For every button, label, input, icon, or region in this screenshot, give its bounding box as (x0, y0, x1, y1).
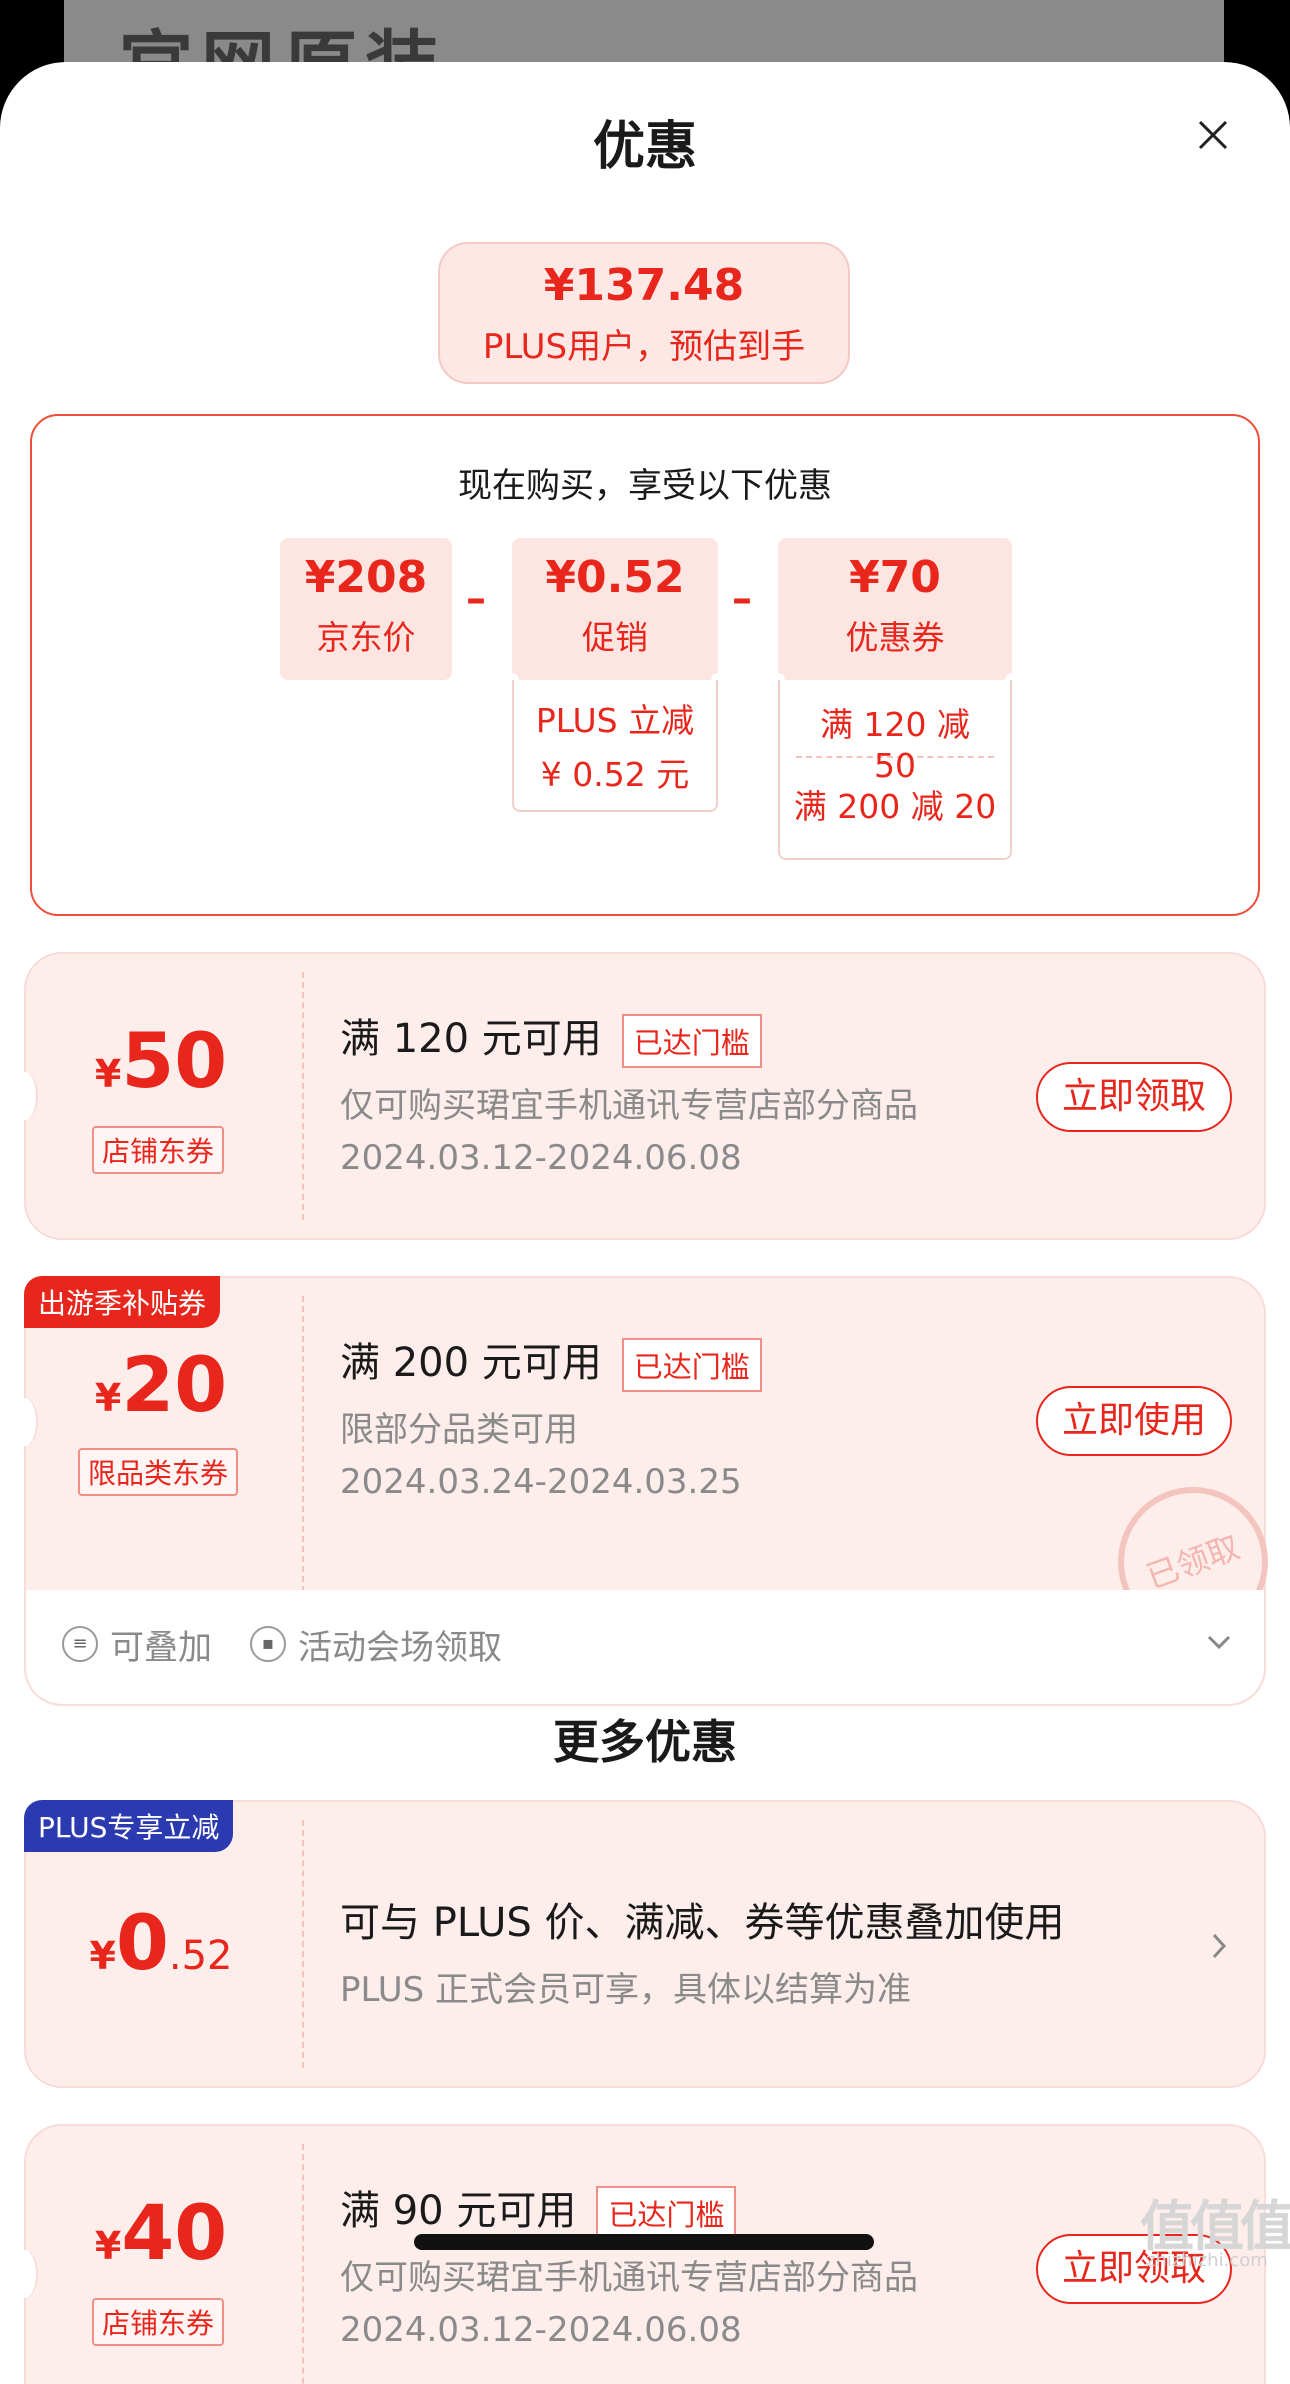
discount-sheet: 优惠 ¥137.48 PLUS用户，预估到手 现在购买，享受以下优惠 ¥208 … (0, 62, 1290, 2384)
coupon-type-tag: 店铺东券 (92, 1126, 225, 1174)
coupon-amount-value: 40 (121, 2188, 228, 2277)
promo-corner-tag: 出游季补贴券 (24, 1276, 221, 1328)
jd-price-box: ¥208 京东价 (280, 538, 452, 680)
coupon-validity: 2024.03.12-2024.06.08 (340, 1138, 742, 1178)
close-icon[interactable] (1192, 114, 1234, 156)
coupon-amount: ¥40 (26, 2188, 296, 2277)
coupon-type-tag: 限品类东券 (78, 1448, 239, 1496)
coupon-validity: 2024.03.24-2024.03.25 (340, 1462, 742, 1502)
threshold-reached-badge: 已达门槛 (621, 1338, 762, 1392)
coupon-detail-item: 满 120 减 50 (796, 680, 994, 785)
plus-discount-card[interactable]: PLUS专享立减 ¥0.52 可与 PLUS 价、满减、券等优惠叠加使用 PLU… (24, 1800, 1266, 2088)
card-divider (302, 1820, 304, 2068)
threshold-reached-badge: 已达门槛 (596, 2186, 737, 2240)
breakdown-heading: 现在购买，享受以下优惠 (458, 466, 832, 506)
jd-price-label: 京东价 (316, 618, 416, 657)
coupon-amount-value: 20 (121, 1340, 228, 1429)
coupon-total-value: ¥70 (849, 552, 941, 603)
coupon-description: 仅可购买珺宜手机通讯专营店部分商品 (340, 2258, 918, 2298)
stackable-icon: ≡ (62, 1626, 98, 1662)
jd-price-value: ¥208 (304, 552, 428, 603)
coupon-amount: ¥50 (26, 1016, 296, 1105)
estimated-price-label: PLUS用户，预估到手 (482, 327, 806, 367)
threshold-reached-badge: 已达门槛 (621, 1014, 762, 1068)
coupon-card: ¥40 店铺东券 满 90 元可用 已达门槛 仅可购买珺宜手机通讯专营店部分商品 … (12, 2124, 1266, 2384)
home-indicator[interactable] (414, 2234, 874, 2250)
coupon-total-label: 优惠券 (845, 618, 945, 657)
promo-detail-line1: PLUS 立减 (535, 701, 695, 740)
coupon-card: ¥50 店铺东券 满 120 元可用 已达门槛 仅可购买珺宜手机通讯专营店部分商品… (12, 952, 1266, 1240)
promo-box: ¥0.52 促销 (512, 538, 718, 680)
coupon-card: 出游季补贴券 ¥20 限品类东券 满 200 元可用 已达门槛 限部分品类可用 2… (12, 1276, 1266, 1610)
promo-detail: PLUS 立减 ¥ 0.52 元 (512, 680, 718, 812)
plus-amount-dec: .52 (168, 1933, 233, 1979)
card-divider (302, 1296, 304, 1592)
coupon-detail: 满 120 减 50 满 200 减 20 (778, 680, 1012, 860)
coupon-type-tag: 店铺东券 (92, 2298, 225, 2346)
card-divider (302, 972, 304, 1220)
coupon-description: 限部分品类可用 (340, 1410, 578, 1450)
plus-corner-tag: PLUS专享立减 (24, 1800, 234, 1852)
stackable-label: 可叠加 (110, 1628, 212, 1668)
plus-amount: ¥0.52 (26, 1898, 296, 1987)
price-breakdown: 现在购买，享受以下优惠 ¥208 京东价 – ¥0.52 促销 PLUS 立减 … (30, 414, 1260, 916)
coupon-condition: 满 120 元可用 已达门槛 (340, 1006, 762, 1068)
more-offers-heading: 更多优惠 (553, 1715, 737, 1769)
coupon-amount: ¥20 (26, 1340, 296, 1429)
coupon-condition-text: 满 90 元可用 (340, 2188, 577, 2234)
claim-button[interactable]: 立即领取 (1036, 1062, 1232, 1132)
plus-card-title: 可与 PLUS 价、满减、券等优惠叠加使用 (340, 1900, 1065, 1946)
coupon-amount-value: 50 (121, 1016, 228, 1105)
coupon-total-box: ¥70 优惠券 (778, 538, 1012, 680)
coupon-footer[interactable]: ≡ 可叠加 ▪ 活动会场领取 (24, 1590, 1266, 1706)
use-button[interactable]: 立即使用 (1036, 1386, 1232, 1456)
promo-detail-line2: ¥ 0.52 元 (540, 755, 690, 794)
estimated-price: ¥137.48 (543, 260, 745, 311)
coupon-validity: 2024.03.12-2024.06.08 (340, 2310, 742, 2350)
currency-symbol: ¥ (94, 1052, 122, 1096)
minus-sign: – (732, 576, 752, 622)
estimated-price-box: ¥137.48 PLUS用户，预估到手 (438, 242, 850, 384)
watermark-url: zhizhizhi.com (1146, 2250, 1268, 2271)
coupon-condition: 满 90 元可用 已达门槛 (340, 2178, 737, 2240)
coupon-description: 仅可购买珺宜手机通讯专营店部分商品 (340, 1086, 918, 1126)
sheet-title: 优惠 (592, 117, 697, 177)
plus-amount-int: 0 (115, 1898, 169, 1987)
promo-value: ¥0.52 (545, 552, 685, 603)
chevron-right-icon[interactable] (1210, 1932, 1228, 1960)
chevron-down-icon[interactable] (1206, 1632, 1232, 1652)
venue-label: 活动会场领取 (298, 1628, 502, 1668)
currency-symbol: ¥ (94, 1376, 122, 1420)
promo-label: 促销 (582, 618, 648, 657)
coupon-condition-text: 满 120 元可用 (340, 1016, 602, 1062)
card-divider (302, 2144, 304, 2384)
currency-symbol: ¥ (94, 2224, 122, 2268)
plus-card-description: PLUS 正式会员可享，具体以结算为准 (340, 1970, 912, 2010)
coupon-condition-text: 满 200 元可用 (340, 1340, 602, 1386)
venue-icon: ▪ (250, 1626, 286, 1662)
currency-symbol: ¥ (89, 1934, 116, 1978)
minus-sign: – (466, 576, 486, 622)
coupon-condition: 满 200 元可用 已达门槛 (340, 1330, 762, 1392)
